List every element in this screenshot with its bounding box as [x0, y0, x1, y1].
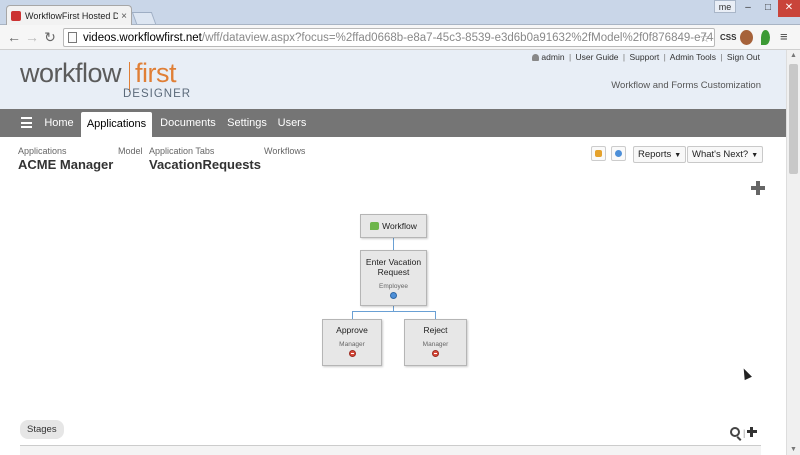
stages-button[interactable]: Stages: [20, 420, 64, 439]
forward-arrow-icon[interactable]: →: [24, 29, 40, 45]
logo-designer-text: DESIGNER: [123, 88, 192, 100]
connector-line: [352, 311, 436, 312]
breadcrumb-tabs-value[interactable]: VacationRequests: [149, 157, 261, 172]
logo-workflow-text: workflow: [20, 58, 122, 88]
info-icon[interactable]: [390, 292, 397, 299]
breadcrumb-tabs-label[interactable]: Application Tabs: [149, 146, 214, 156]
whats-next-label: What's Next?: [692, 149, 749, 160]
reload-icon[interactable]: ↻: [42, 29, 58, 45]
nav-item-users[interactable]: Users: [276, 109, 308, 137]
connector-line: [352, 311, 353, 319]
browser-toolbar: ← → ↻ videos.workflowfirst.net /wff/data…: [0, 25, 800, 50]
tab-favicon-icon: [11, 11, 21, 21]
browser-tab[interactable]: WorkflowFirst Hosted De ×: [6, 5, 132, 26]
connector-line: [393, 238, 394, 250]
workflow-step-enter-vacation-request[interactable]: Enter Vacation Request Employee: [360, 250, 427, 306]
cookie-extension-icon[interactable]: [740, 30, 753, 45]
workflow-step-reject[interactable]: Reject Manager: [404, 319, 467, 366]
url-path: /wff/dataview.aspx?focus=%2ffad0668b-e8a…: [201, 31, 714, 44]
workflow-icon: [370, 222, 380, 230]
tab-title: WorkflowFirst Hosted De: [25, 11, 119, 21]
bookmark-star-icon[interactable]: ☆: [699, 31, 710, 45]
window-close-button[interactable]: ✕: [778, 0, 800, 17]
workflow-root-node[interactable]: Workflow: [360, 214, 427, 238]
chevron-down-icon: ▼: [674, 152, 682, 159]
user-icon: [532, 54, 540, 61]
top-links: admin | User Guide | Support | Admin Too…: [532, 52, 760, 62]
page-viewport: workflow first DESIGNER admin | User Gui…: [0, 50, 800, 455]
end-stop-icon[interactable]: [432, 350, 439, 357]
support-link[interactable]: Support: [630, 52, 660, 62]
css-extension-icon[interactable]: CSS: [720, 30, 736, 45]
nav-item-settings[interactable]: Settings: [226, 109, 268, 137]
logo-first-text: first: [135, 58, 177, 88]
page-scrollbar[interactable]: ▲ ▼: [786, 50, 800, 455]
reports-dropdown[interactable]: Reports ▼: [633, 146, 687, 163]
back-arrow-icon[interactable]: ←: [6, 29, 22, 45]
tagline: Workflow and Forms Customization: [611, 80, 761, 91]
add-icon[interactable]: [750, 180, 766, 196]
address-bar[interactable]: videos.workflowfirst.net /wff/dataview.a…: [63, 28, 715, 47]
new-tab-button[interactable]: [131, 12, 157, 24]
step-role: Manager: [339, 341, 365, 348]
search-icon[interactable]: [730, 427, 740, 437]
run-icon[interactable]: [611, 146, 626, 161]
sign-out-link[interactable]: Sign Out: [727, 52, 760, 62]
url-host: videos.workflowfirst.net: [83, 31, 202, 44]
nav-item-applications[interactable]: Applications: [81, 112, 152, 137]
step-title: Reject: [423, 325, 448, 335]
mouse-cursor-icon: [740, 366, 752, 381]
browser-tab-strip: WorkflowFirst Hosted De × me – □ ✕: [0, 0, 800, 26]
workflowfirst-logo[interactable]: workflow first DESIGNER: [20, 58, 190, 102]
main-nav: Home Applications Documents Settings Use…: [0, 109, 786, 137]
connector-line: [435, 311, 436, 319]
window-maximize-button[interactable]: □: [758, 0, 778, 17]
page-icon: [68, 32, 77, 43]
tab-close-icon[interactable]: ×: [121, 11, 127, 22]
hamburger-menu-icon[interactable]: [21, 117, 32, 128]
workflow-step-approve[interactable]: Approve Manager: [322, 319, 382, 366]
user-guide-link[interactable]: User Guide: [576, 52, 619, 62]
workflow-root-label: Workflow: [382, 221, 417, 231]
browser-menu-icon[interactable]: ≡: [780, 30, 792, 43]
browser-profile-badge[interactable]: me: [714, 0, 736, 13]
window-minimize-button[interactable]: –: [738, 0, 758, 17]
breadcrumb-applications-value[interactable]: ACME Manager: [18, 157, 113, 172]
reports-label: Reports: [638, 149, 672, 160]
stages-table-header: [20, 445, 761, 455]
step-title: Approve: [336, 325, 368, 335]
step-role: Employee: [379, 283, 408, 290]
admin-tools-link[interactable]: Admin Tools: [670, 52, 716, 62]
toolbar-separator: |: [743, 428, 746, 438]
scroll-down-icon[interactable]: ▼: [790, 446, 797, 453]
end-stop-icon[interactable]: [348, 350, 356, 357]
workflow-tool-icon[interactable]: [591, 146, 606, 161]
nav-item-home[interactable]: Home: [44, 109, 74, 137]
breadcrumb-model-label[interactable]: Model: [118, 146, 143, 156]
user-name-link[interactable]: admin: [541, 52, 564, 62]
leaf-extension-icon[interactable]: [761, 30, 770, 45]
breadcrumb-workflows-label[interactable]: Workflows: [264, 146, 305, 156]
whats-next-dropdown[interactable]: What's Next? ▼: [687, 146, 764, 163]
site-header: workflow first DESIGNER admin | User Gui…: [0, 50, 786, 109]
add-stage-icon[interactable]: [747, 427, 757, 437]
step-role: Manager: [422, 341, 449, 348]
scrollbar-thumb[interactable]: [789, 64, 798, 174]
step-title: Enter Vacation Request: [365, 257, 422, 277]
scroll-up-icon[interactable]: ▲: [790, 52, 797, 59]
chevron-down-icon: ▼: [751, 152, 759, 159]
nav-item-documents[interactable]: Documents: [160, 109, 216, 137]
breadcrumb-applications-label[interactable]: Applications: [18, 146, 67, 156]
